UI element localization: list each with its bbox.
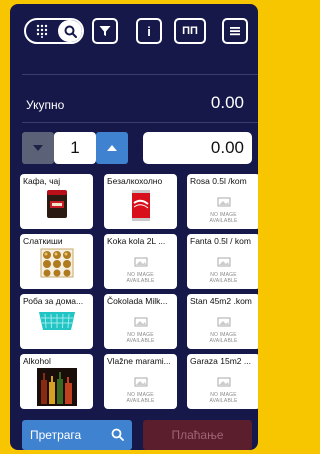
search-label: Претрага [30, 428, 82, 442]
info-button[interactable]: i [136, 18, 162, 44]
amount-field[interactable]: 0.00 [143, 132, 252, 164]
filter-button[interactable] [92, 18, 118, 44]
total-label: Укупно [26, 98, 65, 112]
toolbar: i ПП [10, 16, 258, 46]
quantity-field[interactable]: 1 [54, 132, 96, 164]
increment-button[interactable] [96, 132, 128, 164]
search-toggle-icon[interactable] [58, 20, 82, 42]
no-image-placeholder: NO IMAGE AVAILABLE [104, 374, 177, 404]
product-label: Stan 45m2 .kom [190, 296, 252, 306]
view-toggle[interactable] [24, 18, 84, 44]
no-image-text: AVAILABLE [209, 398, 238, 404]
product-image-chocolates [40, 248, 74, 283]
image-placeholder-icon [187, 254, 258, 272]
product-label: Безалкохолно [107, 176, 163, 186]
no-image-text: AVAILABLE [126, 398, 155, 404]
pp-button[interactable]: ПП [174, 18, 206, 44]
search-button[interactable]: Претрага [22, 420, 132, 450]
product-image-coffee [44, 188, 70, 225]
product-tile[interactable]: Rosa 0.5l /kom NO IMAGE AVAILABLE [187, 174, 258, 229]
no-image-placeholder: NO IMAGE AVAILABLE [187, 194, 258, 224]
no-image-placeholder: NO IMAGE AVAILABLE [104, 314, 177, 344]
no-image-placeholder: NO IMAGE AVAILABLE [187, 374, 258, 404]
chevron-down-icon [33, 145, 43, 151]
pos-app: i ПП Укупно 0.00 1 0.00 Кафа, чај Безалко… [10, 4, 258, 450]
product-tile[interactable]: Stan 45m2 .kom NO IMAGE AVAILABLE [187, 294, 258, 349]
product-label: Koka kola 2L ... [107, 236, 166, 246]
pay-label: Плаћање [171, 428, 224, 442]
product-label: Alkohol [23, 356, 51, 366]
product-image-bottles [36, 368, 77, 409]
chevron-up-icon [107, 145, 117, 151]
image-placeholder-icon [187, 374, 258, 392]
decrement-button[interactable] [22, 132, 54, 164]
filter-icon [99, 26, 111, 36]
image-placeholder-icon [104, 314, 177, 332]
product-tile[interactable]: Garaza 15m2 ... NO IMAGE AVAILABLE [187, 354, 258, 409]
no-image-text: AVAILABLE [209, 338, 238, 344]
pay-button[interactable]: Плаћање [143, 420, 252, 450]
divider [22, 122, 258, 123]
no-image-text: AVAILABLE [209, 218, 238, 224]
image-placeholder-icon [187, 194, 258, 212]
product-tile[interactable]: Fanta 0.5l / kom NO IMAGE AVAILABLE [187, 234, 258, 289]
divider [22, 74, 258, 75]
no-image-text: AVAILABLE [209, 278, 238, 284]
product-image-cola [129, 188, 153, 227]
product-label: Garaza 15m2 ... [190, 356, 251, 366]
no-image-placeholder: NO IMAGE AVAILABLE [187, 314, 258, 344]
info-label: i [147, 23, 151, 39]
product-label: Vlažne marami... [107, 356, 171, 366]
product-tile[interactable]: Кафа, чај [20, 174, 93, 229]
product-tile[interactable]: Čokolada Milk... NO IMAGE AVAILABLE [104, 294, 177, 349]
product-tile[interactable]: Роба за дома... [20, 294, 93, 349]
image-placeholder-icon [187, 314, 258, 332]
image-placeholder-icon [104, 254, 177, 272]
search-icon [111, 428, 124, 441]
product-label: Fanta 0.5l / kom [190, 236, 251, 246]
total-value: 0.00 [210, 93, 244, 112]
product-label: Слаткиши [23, 236, 63, 246]
product-label: Роба за дома... [23, 296, 84, 306]
product-label: Rosa 0.5l /kom [190, 176, 247, 186]
product-tile[interactable]: Alkohol [20, 354, 93, 409]
product-label: Кафа, чај [23, 176, 61, 186]
product-tile[interactable]: Слаткиши [20, 234, 93, 289]
no-image-text: AVAILABLE [126, 278, 155, 284]
no-image-text: AVAILABLE [126, 338, 155, 344]
product-label: Čokolada Milk... [107, 296, 168, 306]
product-tile[interactable]: Безалкохолно [104, 174, 177, 229]
product-tile[interactable]: Koka kola 2L ... NO IMAGE AVAILABLE [104, 234, 177, 289]
product-tile[interactable]: Vlažne marami... NO IMAGE AVAILABLE [104, 354, 177, 409]
keypad-icon[interactable] [26, 20, 58, 42]
menu-button[interactable] [222, 18, 248, 44]
hamburger-icon [230, 27, 240, 36]
image-placeholder-icon [104, 374, 177, 392]
pp-label: ПП [182, 25, 198, 37]
product-image-basket [37, 308, 77, 337]
no-image-placeholder: NO IMAGE AVAILABLE [104, 254, 177, 284]
no-image-placeholder: NO IMAGE AVAILABLE [187, 254, 258, 284]
